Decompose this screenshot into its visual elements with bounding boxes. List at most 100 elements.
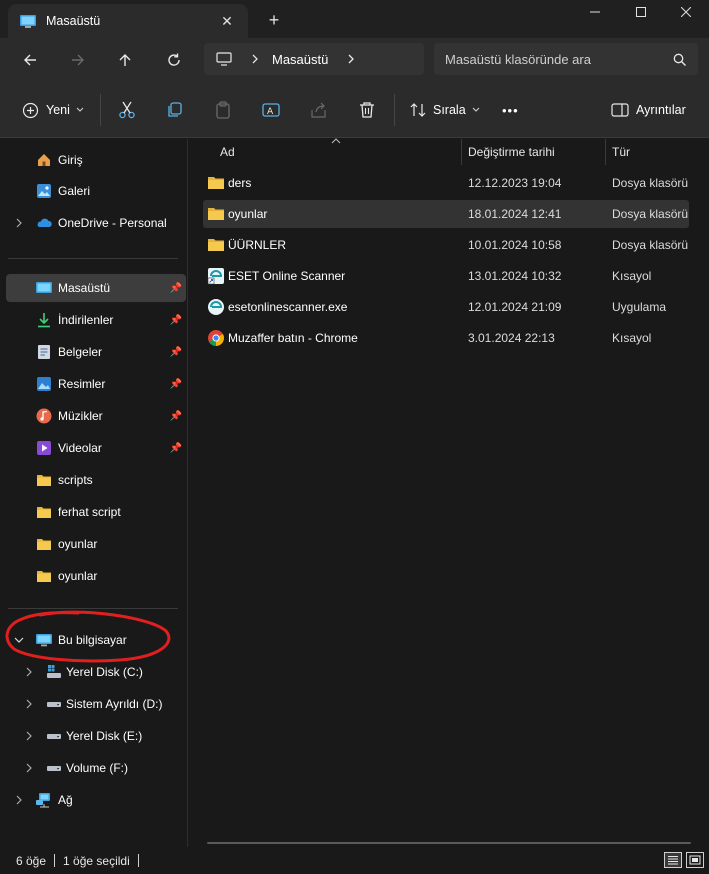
sidebar-item-label: Yerel Disk (E:) — [66, 729, 143, 743]
svg-text:A: A — [267, 107, 274, 117]
search-icon[interactable] — [673, 53, 686, 66]
maximize-button[interactable] — [618, 0, 664, 24]
sidebar-item-gallery[interactable]: Galeri — [6, 177, 186, 205]
folder-icon — [37, 475, 51, 486]
sidebar-item-onedrive[interactable]: OneDrive - Personal — [6, 209, 186, 237]
refresh-button[interactable] — [160, 46, 188, 74]
delete-button[interactable] — [358, 96, 376, 124]
details-view-button[interactable] — [664, 852, 682, 868]
home-icon — [38, 154, 50, 166]
toolbar-divider — [100, 94, 101, 126]
sidebar-item-drive-f[interactable]: Volume (F:) — [6, 754, 186, 782]
onedrive-icon — [37, 218, 52, 227]
chevron-right-icon[interactable] — [24, 763, 34, 773]
column-divider[interactable] — [605, 139, 606, 165]
close-icon — [681, 7, 691, 17]
sidebar-item-ferhat-script[interactable]: ferhat script — [6, 498, 186, 526]
file-type: Uygulama — [612, 300, 667, 314]
file-row[interactable]: ÜÜRNLER 10.01.2024 10:58 Dosya klasörü — [203, 231, 689, 259]
file-row[interactable]: ders 12.12.2023 19:04 Dosya klasörü — [203, 169, 689, 197]
copy-button[interactable] — [166, 96, 184, 124]
details-label: Ayrıntılar — [636, 103, 686, 117]
refresh-icon — [168, 53, 180, 66]
sidebar-item-scripts[interactable]: scripts — [6, 466, 186, 494]
toolbar-divider — [394, 94, 395, 126]
search-input[interactable] — [445, 51, 665, 67]
sidebar-item-label: oyunlar — [58, 537, 98, 551]
music-icon — [36, 408, 52, 424]
pictures-icon — [37, 377, 51, 391]
details-pane-button[interactable]: Ayrıntılar — [611, 96, 686, 124]
chevron-right-icon[interactable] — [14, 218, 24, 228]
chevron-right-icon[interactable] — [14, 795, 24, 805]
file-date: 3.01.2024 22:13 — [468, 331, 555, 345]
forward-button[interactable] — [64, 46, 92, 74]
chevron-right-icon[interactable] — [24, 731, 34, 741]
new-button[interactable]: Yeni — [22, 96, 84, 124]
more-options-button[interactable]: ••• — [502, 96, 519, 124]
rename-button[interactable]: A — [262, 96, 280, 124]
file-date: 12.01.2024 21:09 — [468, 300, 562, 314]
sidebar-item-drive-d[interactable]: Sistem Ayrıldı (D:) — [6, 690, 186, 718]
trash-icon — [360, 102, 374, 118]
minimize-button[interactable] — [572, 0, 618, 24]
sort-button[interactable]: Sırala — [410, 96, 480, 124]
file-type: Dosya klasörü — [612, 238, 689, 252]
sidebar-item-videos[interactable]: Videolar 📌 — [6, 434, 186, 462]
sidebar-item-oyunlar[interactable]: oyunlar — [6, 562, 186, 590]
pin-icon[interactable]: 📌 — [170, 283, 182, 294]
column-header-type[interactable]: Tür — [612, 139, 630, 165]
videos-icon — [37, 441, 51, 455]
navigation-pane: Giriş Galeri OneDrive - Personal Masaüst… — [0, 139, 188, 847]
share-button[interactable] — [310, 96, 328, 124]
cut-button[interactable] — [118, 96, 136, 124]
sidebar-item-pictures[interactable]: Resimler 📌 — [6, 370, 186, 398]
sidebar-item-desktop[interactable]: Masaüstü 📌 — [6, 274, 186, 302]
close-tab-button[interactable]: ✕ — [216, 10, 238, 32]
file-row[interactable]: Muzaffer batın - Chrome 3.01.2024 22:13 … — [203, 324, 689, 352]
pin-icon[interactable]: 📌 — [170, 347, 182, 358]
copy-icon — [168, 102, 182, 117]
sidebar-item-label: İndirilenler — [58, 313, 114, 327]
window-tab[interactable]: Masaüstü ✕ — [8, 4, 248, 38]
tiles-view-button[interactable] — [686, 852, 704, 868]
sidebar-item-oyunlar[interactable]: oyunlar — [6, 530, 186, 558]
pin-icon[interactable]: 📌 — [170, 379, 182, 390]
sidebar-item-downloads[interactable]: İndirilenler 📌 — [6, 306, 186, 334]
column-header-name[interactable]: Ad — [220, 139, 235, 165]
breadcrumb-desktop[interactable]: Masaüstü — [272, 52, 328, 67]
sidebar-item-label: Masaüstü — [58, 281, 111, 295]
address-bar[interactable]: Masaüstü — [204, 43, 424, 75]
pin-icon[interactable]: 📌 — [170, 315, 182, 326]
file-row[interactable]: oyunlar 18.01.2024 12:41 Dosya klasörü — [203, 200, 689, 228]
tiles-view-icon — [689, 855, 701, 865]
sidebar-item-music[interactable]: Müzikler 📌 — [6, 402, 186, 430]
sidebar-item-drive-e[interactable]: Yerel Disk (E:) — [6, 722, 186, 750]
file-row[interactable]: esetonlinescanner.exe 12.01.2024 21:09 U… — [203, 293, 689, 321]
sidebar-item-documents[interactable]: Belgeler 📌 — [6, 338, 186, 366]
file-row[interactable]: ESET Online Scanner 13.01.2024 10:32 Kıs… — [203, 262, 689, 290]
rename-icon: A — [262, 103, 280, 117]
pin-icon[interactable]: 📌 — [170, 443, 182, 454]
pin-icon[interactable]: 📌 — [170, 411, 182, 422]
horizontal-scrollbar[interactable] — [207, 842, 691, 844]
new-tab-button[interactable]: + — [262, 8, 286, 32]
file-name: ÜÜRNLER — [228, 238, 287, 252]
share-icon — [311, 102, 326, 118]
column-divider[interactable] — [461, 139, 462, 165]
back-button[interactable] — [16, 46, 44, 74]
file-type: Kısayol — [612, 331, 652, 345]
chevron-right-icon[interactable] — [346, 54, 356, 64]
column-header-date[interactable]: Değiştirme tarihi — [468, 139, 555, 165]
sidebar-item-label: Giriş — [58, 153, 83, 167]
folder-icon — [37, 539, 51, 550]
navigation-bar: Masaüstü — [0, 38, 709, 82]
close-window-button[interactable] — [663, 0, 709, 24]
up-button[interactable] — [111, 46, 139, 74]
chevron-right-icon[interactable] — [24, 699, 34, 709]
sidebar-item-network[interactable]: Ağ — [6, 786, 186, 814]
sidebar-item-label: OneDrive - Personal — [58, 216, 167, 230]
sidebar-item-home[interactable]: Giriş — [6, 146, 186, 174]
search-box[interactable] — [434, 43, 698, 75]
paste-button[interactable] — [214, 96, 232, 124]
